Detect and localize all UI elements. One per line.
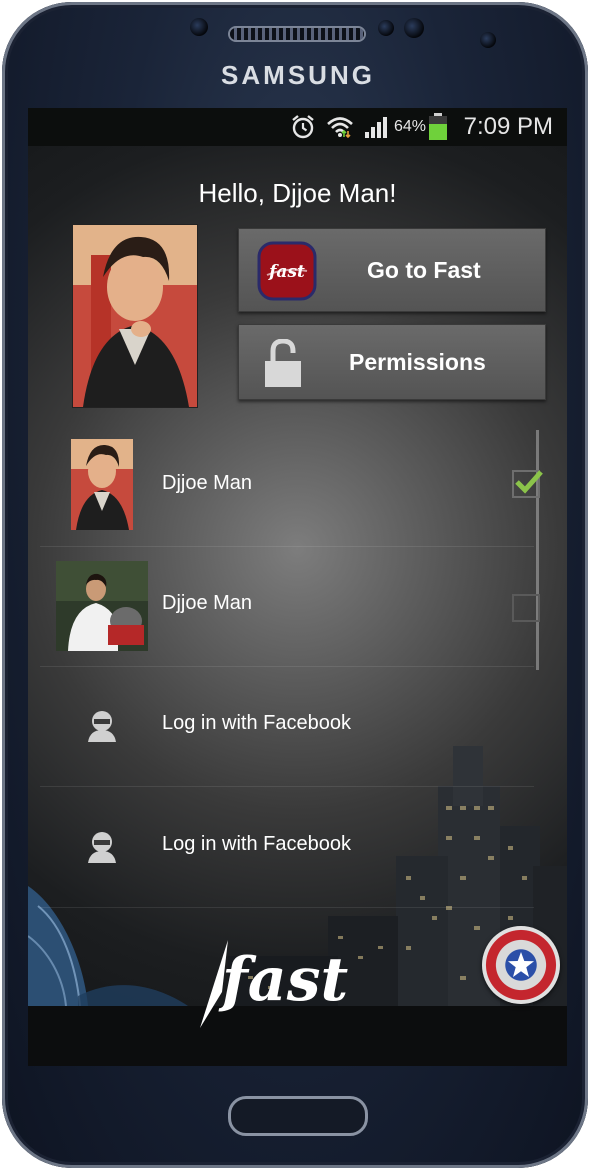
status-time: 7:09 PM: [463, 113, 553, 140]
go-to-fast-label: Go to Fast: [367, 256, 481, 283]
permissions-label: Permissions: [349, 348, 486, 375]
fast-logo: fast: [200, 940, 348, 1028]
facebook-login-row[interactable]: Log in with Facebook: [40, 666, 534, 787]
account-name: Djjoe Man: [162, 592, 253, 614]
account-row[interactable]: Djjoe Man: [40, 546, 540, 667]
facebook-login-row[interactable]: Log in with Facebook: [40, 787, 534, 908]
phone-frame: SAMSUNG 64% 7:09 PM Hello, Djjoe Man! fa…: [2, 2, 588, 1168]
account-row[interactable]: Djjoe Man: [40, 426, 543, 547]
facebook-login-label: Log in with Facebook: [162, 833, 352, 855]
star-icon: [508, 952, 534, 977]
front-camera-2: [480, 32, 496, 48]
account-checkbox[interactable]: [512, 594, 540, 622]
profile-photo: [72, 224, 198, 408]
home-button[interactable]: [228, 1096, 368, 1136]
light-sensor: [378, 20, 394, 36]
proximity-sensor: [190, 18, 208, 36]
account-avatar: [56, 561, 148, 651]
user-icon: [88, 711, 116, 742]
account-avatar: [71, 439, 133, 530]
brand-logo: SAMSUNG: [221, 60, 375, 90]
lock-icon: [265, 339, 301, 387]
battery-icon: [429, 113, 447, 140]
greeting-title: Hello, Djjoe Man!: [198, 178, 397, 208]
signal-icon: [365, 117, 387, 138]
account-checkbox[interactable]: [512, 470, 543, 498]
facebook-login-label: Log in with Facebook: [162, 712, 352, 734]
screen: 64% 7:09 PM Hello, Djjoe Man! fast Go to…: [28, 108, 567, 1066]
checkmark-icon: [515, 470, 543, 494]
user-icon: [88, 832, 116, 863]
status-bar: 64% 7:09 PM: [28, 108, 567, 146]
permissions-button[interactable]: Permissions: [238, 324, 546, 400]
shield-icon[interactable]: [482, 926, 560, 1004]
account-name: Djjoe Man: [162, 472, 253, 494]
earpiece-speaker: [230, 28, 364, 40]
fast-app-icon: fast: [257, 241, 317, 301]
battery-percent: 64%: [394, 118, 427, 135]
front-camera: [404, 18, 424, 38]
go-to-fast-button[interactable]: fast Go to Fast: [238, 228, 546, 312]
alarm-icon: [292, 115, 314, 139]
svg-text:fast: fast: [268, 262, 305, 282]
wifi-icon: [327, 117, 353, 139]
fast-logo-text: fast: [218, 945, 348, 1015]
